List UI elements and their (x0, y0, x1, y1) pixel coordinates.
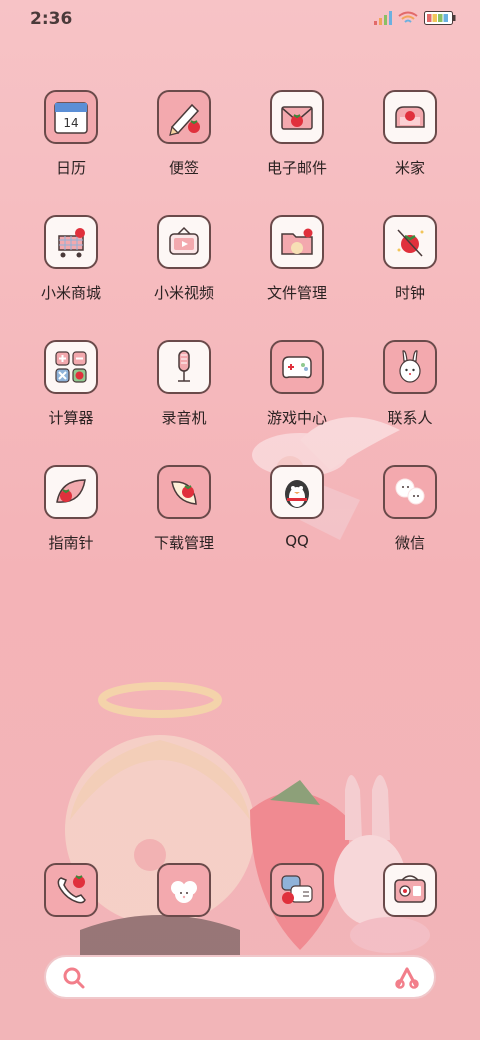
bunny-icon (383, 340, 437, 394)
app-label: 计算器 (48, 409, 94, 427)
phone-icon (44, 863, 98, 917)
app-label: 便签 (168, 159, 199, 177)
chat-bubbles-icon (383, 465, 437, 519)
app-contacts[interactable]: 联系人 (360, 340, 460, 450)
app-mi-video[interactable]: 小米视频 (134, 215, 234, 325)
app-calendar[interactable]: 14 日历 (21, 90, 121, 200)
app-label: 米家 (394, 159, 425, 177)
search-icon (63, 967, 85, 989)
app-recorder[interactable]: 录音机 (134, 340, 234, 450)
app-label: 录音机 (161, 409, 207, 427)
wifi-icon (398, 11, 418, 23)
app-mail[interactable]: 电子邮件 (247, 90, 347, 200)
gamepad-icon (270, 340, 324, 394)
clock-time: 2:36 (30, 9, 73, 29)
app-label: 联系人 (387, 409, 433, 427)
search-input[interactable] (96, 963, 380, 993)
sheep-messages-icon (157, 863, 211, 917)
app-label: 小米商城 (40, 284, 101, 302)
microphone-icon (157, 340, 211, 394)
status-icons (374, 11, 456, 25)
dock-camera[interactable] (360, 863, 460, 923)
calendar-icon: 14 (44, 90, 98, 144)
app-label: 文件管理 (266, 284, 327, 302)
app-label: 游戏中心 (266, 409, 327, 427)
app-label: 微信 (394, 534, 425, 552)
app-wechat[interactable]: 微信 (360, 465, 460, 575)
app-label: QQ (285, 532, 309, 550)
app-notes[interactable]: 便签 (134, 90, 234, 200)
app-download-manager[interactable]: 下载管理 (134, 465, 234, 575)
app-label: 时钟 (394, 284, 425, 302)
app-mijia[interactable]: 米家 (360, 90, 460, 200)
tv-play-icon (157, 215, 211, 269)
dock-chat[interactable] (247, 863, 347, 923)
folder-icon (270, 215, 324, 269)
app-game-center[interactable]: 游戏中心 (247, 340, 347, 450)
clock-strawberry-icon (383, 215, 437, 269)
download-leaf-icon (157, 465, 211, 519)
calendar-day: 14 (63, 116, 78, 130)
app-qq[interactable]: QQ (247, 465, 347, 575)
dock-phone[interactable] (21, 863, 121, 923)
app-clock[interactable]: 时钟 (360, 215, 460, 325)
app-calculator[interactable]: 计算器 (21, 340, 121, 450)
app-label: 电子邮件 (266, 159, 327, 177)
penguin-icon (270, 465, 324, 519)
signal-icon (374, 11, 392, 25)
notes-pencil-icon (157, 90, 211, 144)
calculator-icon (44, 340, 98, 394)
compass-leaf-icon (44, 465, 98, 519)
chat-strawberry-icon (270, 863, 324, 917)
app-label: 日历 (55, 159, 86, 177)
camera-radio-icon (383, 863, 437, 917)
status-bar: 2:36 (0, 0, 480, 38)
shopping-cart-icon (44, 215, 98, 269)
search-bar[interactable] (44, 955, 436, 999)
assistant-icon[interactable] (394, 966, 420, 990)
app-label: 下载管理 (153, 534, 214, 552)
sofa-icon (383, 90, 437, 144)
app-compass[interactable]: 指南针 (21, 465, 121, 575)
battery-icon (424, 11, 456, 25)
app-mi-store[interactable]: 小米商城 (21, 215, 121, 325)
app-label: 指南针 (48, 534, 94, 552)
mail-envelope-icon (270, 90, 324, 144)
app-file-manager[interactable]: 文件管理 (247, 215, 347, 325)
dock-messages[interactable] (134, 863, 234, 923)
app-label: 小米视频 (153, 284, 214, 302)
